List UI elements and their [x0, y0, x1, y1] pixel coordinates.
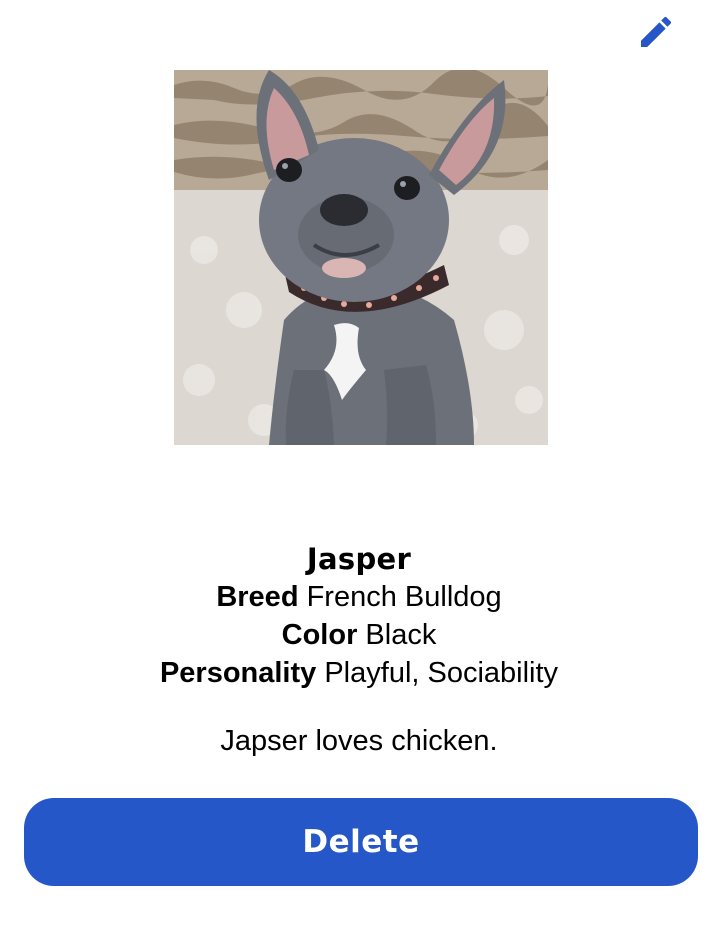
edit-button[interactable] [636, 12, 676, 52]
pet-name: Jasper [306, 542, 412, 576]
delete-button[interactable]: Delete [24, 798, 698, 886]
personality-value: Playful, Sociability [324, 657, 559, 689]
pet-info: Jasper Breed French Bulldog Color Black … [0, 540, 718, 760]
breed-value: French Bulldog [306, 581, 502, 613]
color-value: Black [365, 619, 437, 651]
pet-photo [174, 70, 548, 445]
pet-description: Japser loves chicken. [220, 725, 498, 757]
breed-row: Breed French Bulldog [0, 578, 718, 616]
color-label: Color [281, 619, 358, 651]
color-row: Color Black [0, 616, 718, 654]
pencil-icon [641, 16, 672, 47]
personality-label: Personality [159, 657, 317, 689]
breed-label: Breed [216, 581, 299, 613]
personality-row: Personality Playful, Sociability [0, 654, 718, 692]
